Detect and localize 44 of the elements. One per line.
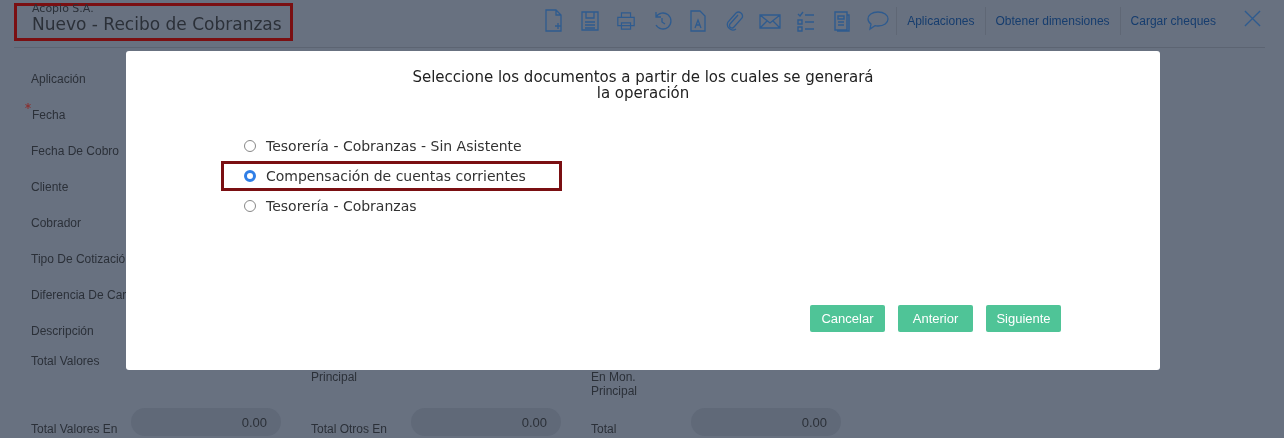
toolbar-link[interactable]: Obtener dimensiones: [984, 7, 1120, 35]
dialog-button[interactable]: Siguiente: [986, 305, 1061, 332]
radio-option[interactable]: Tesorería - Cobranzas - Sin Asistente: [221, 131, 562, 161]
amount-field[interactable]: 0.00: [411, 408, 561, 436]
dialog-button[interactable]: Cancelar: [810, 305, 885, 332]
field-label: Aplicación: [31, 72, 86, 86]
field-label: En Mon. Principal: [591, 369, 639, 398]
radio-button[interactable]: [244, 170, 256, 182]
field-label: Cliente: [31, 180, 69, 194]
amount-field[interactable]: 0.00: [131, 408, 281, 436]
option-label[interactable]: Tesorería - Cobranzas: [266, 198, 417, 214]
close-icon[interactable]: [1244, 9, 1261, 27]
comment-icon[interactable]: [866, 9, 891, 33]
option-label[interactable]: Tesorería - Cobranzas - Sin Asistente: [266, 138, 522, 154]
field-label: Cobrador: [31, 216, 82, 230]
checklist-icon[interactable]: [796, 9, 817, 33]
option-label[interactable]: Compensación de cuentas corrientes: [266, 168, 526, 184]
toolbar-link[interactable]: Aplicaciones: [896, 7, 985, 35]
print-icon[interactable]: [616, 9, 637, 33]
field-label: Total Otros En: [311, 421, 389, 436]
dialog-title: Seleccione los documentos a partir de los cuales se generará la operación: [411, 69, 875, 101]
field-label: Total Valores En: [31, 421, 119, 436]
save-icon[interactable]: [580, 9, 601, 33]
page-title: Nuevo - Recibo de Cobranzas: [32, 14, 282, 35]
field-label: Fecha: [31, 108, 66, 122]
radio-option[interactable]: Compensación de cuentas corrientes: [221, 161, 562, 191]
dialog-button[interactable]: Anterior: [898, 305, 973, 332]
field-label: Descripción: [31, 324, 94, 338]
document-icon[interactable]: [832, 9, 853, 33]
field-label: Tipo De Cotizació: [31, 252, 126, 266]
required-icon: [25, 103, 31, 109]
field-label: Fecha De Cobro: [31, 144, 120, 158]
history-icon[interactable]: [652, 9, 673, 33]
paperclip-icon[interactable]: [724, 9, 745, 33]
radio-option[interactable]: Tesorería - Cobranzas: [221, 191, 562, 221]
field-label: Total Valores: [31, 354, 101, 368]
company-name: Acopio S.A.: [32, 3, 95, 14]
field-label: Principal: [311, 369, 359, 384]
document-letter-icon[interactable]: [688, 9, 709, 33]
amount-field[interactable]: 0.00: [691, 408, 841, 436]
toolbar-link[interactable]: Cargar cheques: [1119, 7, 1226, 35]
new-document-icon[interactable]: [544, 9, 565, 33]
field-label: Diferencia De Car: [31, 288, 127, 302]
field-label: Total: [591, 421, 618, 436]
